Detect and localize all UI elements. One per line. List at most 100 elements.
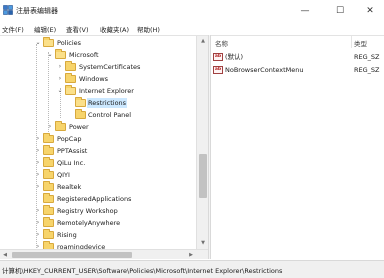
close-button[interactable]: ✕ — [355, 0, 384, 22]
tree-node-qilu-inc[interactable]: › QiLu Inc. — [0, 157, 196, 169]
tree-node-rising[interactable]: › Rising — [0, 229, 196, 241]
tree-node-power[interactable]: › Power — [0, 121, 196, 133]
value-row[interactable]: ab (默认) REG_SZ — [211, 51, 384, 63]
tree-node-label: Restrictions — [87, 98, 128, 108]
folder-open-icon — [75, 97, 86, 107]
value-name: NoBrowserContextMenu — [225, 66, 304, 74]
collapse-chevron-icon[interactable]: ⌄ — [56, 86, 64, 96]
folder-icon — [43, 205, 54, 215]
value-type: REG_SZ — [354, 53, 380, 61]
tree-node-registry-workshop[interactable]: › Registry Workshop — [0, 205, 196, 217]
tree-node-remotelyanywhere[interactable]: › RemotelyAnywhere — [0, 217, 196, 229]
tree-node-label: Realtek — [57, 183, 82, 191]
scrollbar-thumb[interactable] — [12, 252, 132, 258]
scroll-down-arrow-icon[interactable]: ▼ — [197, 238, 208, 248]
folder-icon — [43, 157, 54, 167]
title-bar: 注册表编辑器 — ☐ ✕ — [0, 0, 384, 22]
tree-node-label: Registry Workshop — [57, 207, 118, 215]
expand-chevron-icon[interactable]: › — [34, 182, 42, 192]
column-divider[interactable] — [351, 36, 352, 48]
folder-icon — [43, 193, 54, 203]
value-name: (默认) — [225, 53, 244, 61]
tree-node-label: PopCap — [57, 135, 82, 143]
folder-open-icon — [43, 37, 54, 47]
key-path-text: 计算机\HKEY_CURRENT_USER\Software\Policies\… — [2, 267, 283, 275]
expand-chevron-icon[interactable]: › — [34, 206, 42, 216]
column-header-name[interactable]: 名称 — [215, 38, 228, 48]
expand-chevron-icon[interactable]: › — [34, 170, 42, 180]
collapse-chevron-icon[interactable]: ⌄ — [34, 38, 42, 48]
expand-chevron-icon[interactable]: › — [46, 122, 54, 132]
tree-node-label: Windows — [79, 75, 109, 83]
menu-favorites[interactable]: 收藏夹(A) — [100, 24, 129, 34]
tree-node-label: RegisteredApplications — [57, 195, 132, 203]
tree-node-label: Policies — [57, 39, 82, 47]
tree-node-label: Internet Explorer — [79, 87, 134, 95]
minimize-button[interactable]: — — [290, 0, 320, 22]
tree-node-realtek[interactable]: › Realtek — [0, 181, 196, 193]
tree-node-systemcertificates[interactable]: › SystemCertificates — [0, 61, 196, 73]
expand-chevron-icon[interactable]: › — [34, 146, 42, 156]
value-row[interactable]: ab NoBrowserContextMenu REG_SZ — [211, 64, 384, 76]
tree-node-label: SystemCertificates — [79, 63, 141, 71]
menu-file[interactable]: 文件(F) — [2, 24, 24, 34]
tree-node-internet-explorer[interactable]: ⌄ Internet Explorer — [0, 85, 196, 97]
menu-bar: 文件(F) 编辑(E) 查看(V) 收藏夹(A) 帮助(H) — [0, 22, 384, 35]
folder-icon — [43, 145, 54, 155]
menu-view[interactable]: 查看(V) — [66, 24, 89, 34]
tree-node-policies[interactable]: ⌄ Policies — [0, 37, 196, 49]
maximize-button[interactable]: ☐ — [325, 0, 355, 22]
tree-node-microsoft[interactable]: ⌄ Microsoft — [0, 49, 196, 61]
folder-icon — [65, 73, 76, 83]
registry-editor-icon — [3, 5, 13, 15]
expand-chevron-icon[interactable]: › — [34, 218, 42, 228]
menu-edit[interactable]: 编辑(E) — [34, 24, 56, 34]
ab-string-icon: ab — [213, 66, 223, 74]
scroll-left-arrow-icon[interactable]: ◀ — [0, 250, 10, 259]
tree-node-label: PPTAssist — [57, 147, 88, 155]
registry-key-tree[interactable]: ⌄ Policies ⌄ Microsoft › SystemCertifica… — [0, 35, 208, 259]
registry-values-list[interactable]: 名称 类型 ab (默认) REG_SZ ab NoBrowserContext… — [211, 35, 384, 259]
folder-open-icon — [65, 85, 76, 95]
tree-node-label: Control Panel — [88, 111, 132, 119]
expand-chevron-icon[interactable]: › — [34, 134, 42, 144]
collapse-chevron-icon[interactable]: ⌄ — [46, 50, 54, 60]
tree-node-popcap[interactable]: › PopCap — [0, 133, 196, 145]
folder-open-icon — [55, 49, 66, 59]
tree-node-restrictions[interactable]: Restrictions — [0, 97, 196, 109]
tree-node-label: Rising — [57, 231, 77, 239]
tree-node-registeredapplications[interactable]: RegisteredApplications — [0, 193, 196, 205]
tree-node-label: Power — [69, 123, 89, 131]
scroll-right-arrow-icon[interactable]: ▶ — [186, 250, 196, 259]
folder-icon — [43, 217, 54, 227]
tree-node-windows[interactable]: › Windows — [0, 73, 196, 85]
folder-icon — [75, 109, 86, 119]
tree-vertical-scrollbar[interactable]: ▲ ▼ — [196, 36, 208, 259]
expand-chevron-icon[interactable]: › — [56, 74, 64, 84]
tree-node-label: Microsoft — [69, 51, 99, 59]
expand-chevron-icon[interactable]: › — [34, 158, 42, 168]
value-type: REG_SZ — [354, 66, 380, 74]
folder-icon — [55, 121, 66, 131]
tree-node-label: QIYI — [57, 171, 70, 179]
tree-node-label: QiLu Inc. — [57, 159, 86, 167]
tree-node-pptassist[interactable]: › PPTAssist — [0, 145, 196, 157]
ab-string-icon: ab — [213, 53, 223, 61]
window-title: 注册表编辑器 — [16, 7, 58, 15]
scroll-up-arrow-icon[interactable]: ▲ — [197, 36, 208, 46]
column-header-type[interactable]: 类型 — [354, 38, 367, 48]
folder-icon — [43, 229, 54, 239]
expand-chevron-icon[interactable]: › — [56, 62, 64, 72]
tree-node-control-panel[interactable]: Control Panel — [0, 109, 196, 121]
tree-horizontal-scrollbar[interactable]: ◀ ▶ — [0, 249, 208, 259]
expand-chevron-icon[interactable]: › — [34, 230, 42, 240]
tree-node-qiyi[interactable]: › QIYI — [0, 169, 196, 181]
folder-icon — [65, 61, 76, 71]
tree-node-label: RemotelyAnywhere — [57, 219, 121, 227]
menu-help[interactable]: 帮助(H) — [137, 24, 160, 34]
scrollbar-thumb[interactable] — [199, 154, 207, 198]
folder-icon — [43, 181, 54, 191]
folder-icon — [43, 169, 54, 179]
status-bar: 计算机\HKEY_CURRENT_USER\Software\Policies\… — [0, 260, 384, 278]
folder-icon — [43, 133, 54, 143]
